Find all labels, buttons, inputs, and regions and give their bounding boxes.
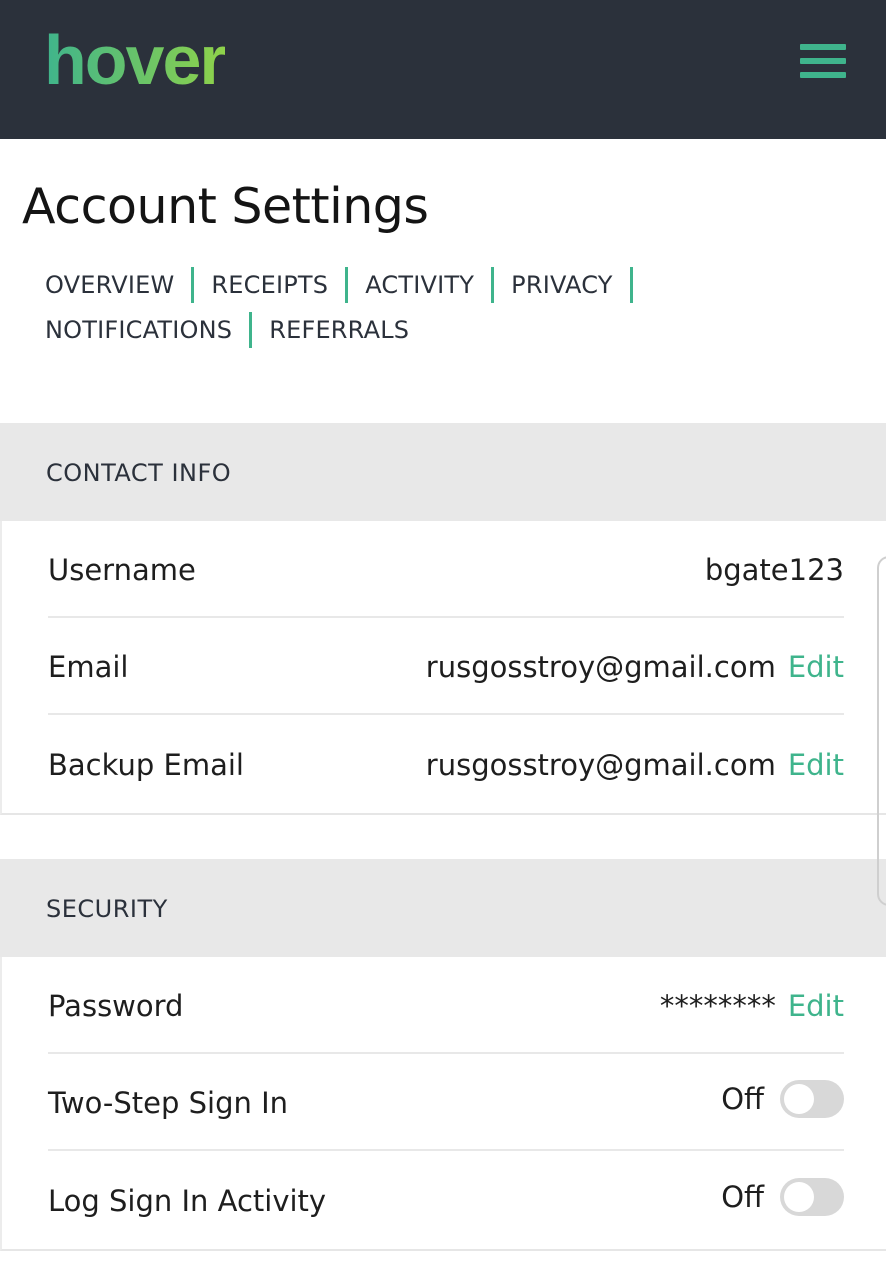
security-header: SECURITY	[0, 859, 886, 957]
contact-info-header: CONTACT INFO	[0, 423, 886, 521]
tab-referrals[interactable]: REFERRALS	[269, 316, 409, 344]
menu-line	[800, 44, 846, 50]
backup-email-value: rusgosstroy@gmail.com Edit	[426, 748, 844, 782]
contact-info-card: Username bgate123 Email rusgosstroy@gmai…	[0, 521, 886, 815]
page-title: Account Settings	[22, 178, 429, 235]
menu-line	[800, 58, 846, 64]
tab-overview[interactable]: OVERVIEW	[45, 271, 174, 299]
scrollbar[interactable]	[877, 556, 886, 906]
password-value: ******** Edit	[660, 989, 844, 1023]
hamburger-menu-icon[interactable]	[800, 44, 846, 80]
backup-email-row: Backup Email rusgosstroy@gmail.com Edit	[48, 716, 844, 813]
log-sign-in-toggle[interactable]	[780, 1178, 844, 1216]
menu-line	[800, 72, 846, 78]
log-sign-in-label: Log Sign In Activity	[48, 1184, 327, 1218]
two-step-toggle[interactable]	[780, 1080, 844, 1118]
email-value: rusgosstroy@gmail.com Edit	[426, 650, 844, 684]
hover-logo[interactable]: hover	[44, 20, 227, 100]
tab-privacy[interactable]: PRIVACY	[511, 271, 613, 299]
log-sign-in-control: Off	[721, 1178, 844, 1216]
security-card: Password ******** Edit Two-Step Sign In …	[0, 957, 886, 1251]
email-edit-link[interactable]: Edit	[788, 650, 844, 684]
backup-email-edit-link[interactable]: Edit	[788, 748, 844, 782]
tab-separator	[629, 266, 633, 303]
username-text: bgate123	[704, 553, 844, 587]
username-row: Username bgate123	[48, 521, 844, 618]
account-tabs-row: NOTIFICATIONS REFERRALS	[45, 307, 665, 352]
top-navigation-bar: hover	[0, 0, 886, 139]
email-row: Email rusgosstroy@gmail.com Edit	[48, 618, 844, 715]
two-step-control: Off	[721, 1080, 844, 1118]
toggle-knob	[784, 1182, 814, 1212]
tab-separator	[491, 266, 495, 303]
section-title: SECURITY	[46, 895, 168, 923]
account-tabs: OVERVIEW RECEIPTS ACTIVITY PRIVACY NOTIF…	[45, 262, 665, 352]
tab-notifications[interactable]: NOTIFICATIONS	[45, 316, 232, 344]
username-value: bgate123	[705, 553, 844, 587]
tab-receipts[interactable]: RECEIPTS	[211, 271, 328, 299]
email-label: Email	[48, 650, 129, 684]
password-edit-link[interactable]: Edit	[788, 989, 844, 1023]
tab-separator	[191, 266, 195, 303]
tab-separator	[249, 311, 253, 348]
backup-email-text: rusgosstroy@gmail.com	[425, 748, 776, 782]
toggle-knob	[784, 1084, 814, 1114]
account-tabs-row: OVERVIEW RECEIPTS ACTIVITY PRIVACY	[45, 262, 665, 307]
password-row: Password ******** Edit	[48, 957, 844, 1054]
log-sign-in-state: Off	[721, 1180, 764, 1214]
log-sign-in-row: Log Sign In Activity Off	[48, 1152, 844, 1249]
section-title: CONTACT INFO	[46, 459, 232, 487]
password-label: Password	[48, 989, 184, 1023]
backup-email-label: Backup Email	[48, 748, 244, 782]
two-step-row: Two-Step Sign In Off	[48, 1054, 844, 1151]
password-masked: ********	[659, 989, 776, 1023]
tab-activity[interactable]: ACTIVITY	[365, 271, 474, 299]
two-step-state: Off	[721, 1082, 764, 1116]
two-step-label: Two-Step Sign In	[48, 1086, 289, 1120]
username-label: Username	[48, 553, 196, 587]
email-text: rusgosstroy@gmail.com	[425, 650, 776, 684]
tab-separator	[345, 266, 349, 303]
